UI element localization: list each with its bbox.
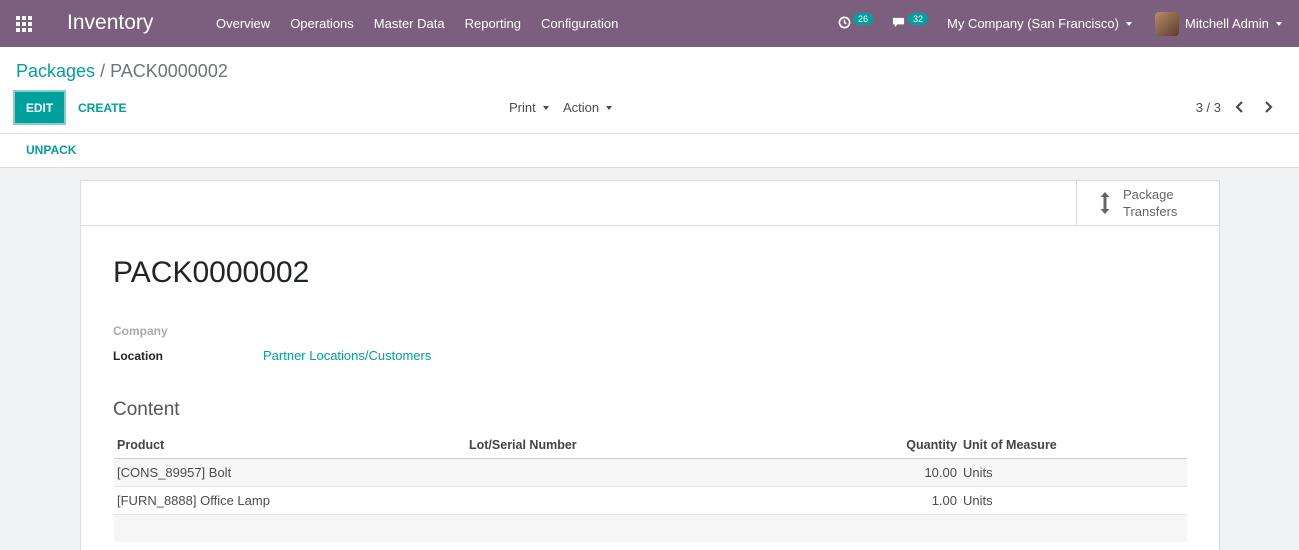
main-menu: Overview Operations Master Data Reportin… bbox=[206, 0, 628, 47]
company-name: My Company (San Francisco) bbox=[947, 16, 1119, 31]
menu-operations[interactable]: Operations bbox=[280, 16, 364, 31]
location-label: Location bbox=[113, 349, 163, 363]
avatar bbox=[1155, 11, 1179, 36]
breadcrumb: Packages / PACK0000002 bbox=[16, 61, 228, 81]
menu-overview[interactable]: Overview bbox=[206, 16, 280, 31]
caret-down-icon bbox=[1275, 21, 1282, 26]
arrows-v-icon bbox=[1095, 191, 1115, 215]
print-dropdown[interactable]: Print bbox=[509, 92, 549, 123]
header-quantity[interactable]: Quantity bbox=[826, 432, 960, 459]
pager-next-icon[interactable] bbox=[1262, 100, 1276, 114]
app-title[interactable]: Inventory bbox=[67, 11, 153, 35]
breadcrumb-packages[interactable]: Packages bbox=[16, 61, 95, 81]
form-statusbar: UNPACK bbox=[0, 134, 1299, 168]
package-transfers-line1: Package bbox=[1123, 187, 1174, 202]
action-dropdown[interactable]: Action bbox=[563, 92, 613, 123]
menu-reporting[interactable]: Reporting bbox=[455, 16, 531, 31]
edit-button[interactable]: EDIT bbox=[15, 92, 64, 123]
location-link[interactable]: Partner Locations/Customers bbox=[263, 348, 431, 363]
menu-master-data[interactable]: Master Data bbox=[364, 16, 455, 31]
breadcrumb-current: PACK0000002 bbox=[110, 61, 228, 81]
messages-button[interactable]: 32 bbox=[891, 0, 929, 47]
caret-down-icon bbox=[606, 105, 613, 110]
cell-uom: Units bbox=[960, 486, 1187, 515]
company-switcher[interactable]: My Company (San Francisco) bbox=[947, 0, 1132, 47]
cell-quantity: 1.00 bbox=[826, 486, 960, 515]
record-title: PACK0000002 bbox=[113, 256, 310, 289]
package-transfers-line2: Transfers bbox=[1123, 204, 1178, 219]
activity-button[interactable]: 26 bbox=[838, 0, 874, 47]
cell-lot bbox=[466, 486, 826, 515]
unpack-button[interactable]: UNPACK bbox=[26, 143, 76, 157]
cell-quantity: 10.00 bbox=[826, 458, 960, 487]
table-header-row: Product Lot/Serial Number Quantity Unit … bbox=[114, 432, 1187, 459]
cell-product: [FURN_8888] Office Lamp bbox=[114, 486, 466, 515]
caret-down-icon bbox=[542, 105, 549, 110]
pager-value[interactable]: 3 / 3 bbox=[1196, 92, 1221, 123]
chat-icon bbox=[891, 16, 906, 32]
header-uom[interactable]: Unit of Measure bbox=[960, 432, 1187, 459]
content-table: Product Lot/Serial Number Quantity Unit … bbox=[114, 432, 1187, 542]
package-transfers-button[interactable]: Package Transfers bbox=[1076, 181, 1219, 225]
clock-icon bbox=[838, 16, 851, 32]
menu-configuration[interactable]: Configuration bbox=[531, 16, 628, 31]
company-label: Company bbox=[113, 324, 168, 338]
cell-lot bbox=[466, 458, 826, 487]
activity-count-badge: 26 bbox=[853, 12, 874, 25]
table-row[interactable]: [FURN_8888] Office Lamp 1.00 Units bbox=[114, 486, 1187, 515]
header-product[interactable]: Product bbox=[114, 432, 466, 459]
content-section-title: Content bbox=[113, 399, 180, 420]
apps-menu-icon[interactable] bbox=[16, 16, 34, 32]
create-button[interactable]: CREATE bbox=[68, 92, 136, 123]
control-panel: Packages / PACK0000002 EDIT CREATE Print A… bbox=[0, 47, 1299, 134]
table-empty-row bbox=[114, 514, 1187, 542]
cell-product: [CONS_89957] Bolt bbox=[114, 458, 466, 487]
top-navbar: Inventory Overview Operations Master Dat… bbox=[0, 0, 1299, 47]
user-name: Mitchell Admin bbox=[1185, 16, 1269, 31]
cell-uom: Units bbox=[960, 458, 1187, 487]
pager-previous-icon[interactable] bbox=[1234, 100, 1248, 114]
table-row[interactable]: [CONS_89957] Bolt 10.00 Units bbox=[114, 458, 1187, 487]
caret-down-icon bbox=[1125, 21, 1132, 26]
form-sheet: Package Transfers PACK0000002 Company Lo… bbox=[80, 180, 1220, 550]
header-lot[interactable]: Lot/Serial Number bbox=[466, 432, 826, 459]
message-count-badge: 32 bbox=[908, 12, 929, 25]
user-menu[interactable]: Mitchell Admin bbox=[1155, 0, 1282, 47]
button-box: Package Transfers bbox=[81, 181, 1219, 226]
